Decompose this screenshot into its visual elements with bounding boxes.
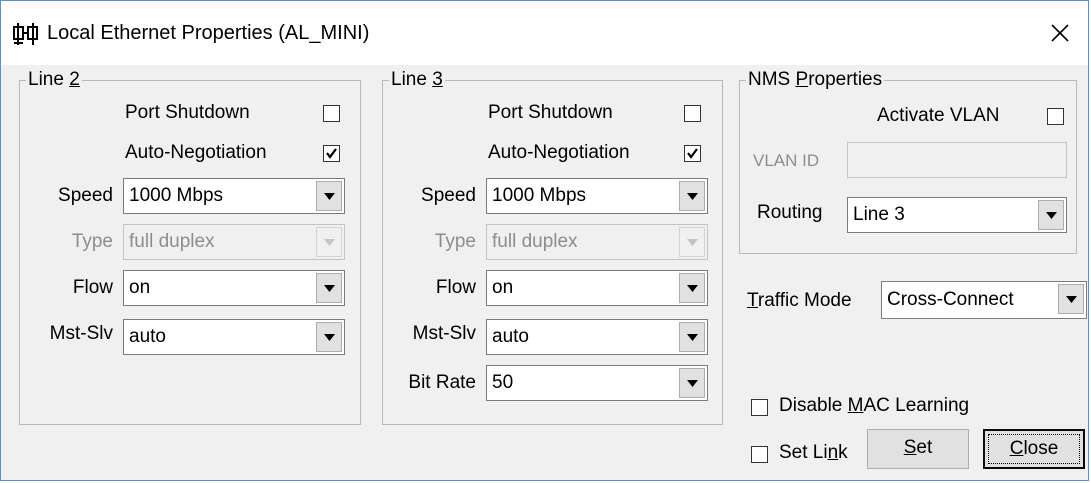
- line2-mst-slv-select[interactable]: auto: [123, 319, 345, 355]
- line2-auto-negotiation-label: Auto-Negotiation: [125, 142, 267, 163]
- line2-speed-select[interactable]: 1000 Mbps: [123, 178, 345, 214]
- line3-type-select: full duplex: [486, 224, 708, 260]
- nms-properties-legend: NMS Properties: [746, 69, 885, 91]
- line3-mst-slv-label: Mst-Slv: [412, 323, 476, 344]
- chevron-down-icon[interactable]: [679, 181, 705, 211]
- line2-port-shutdown-checkbox[interactable]: [323, 105, 340, 122]
- chevron-down-icon[interactable]: [316, 273, 342, 303]
- set-link-checkbox[interactable]: [751, 446, 768, 463]
- close-button[interactable]: Close: [983, 429, 1085, 469]
- chevron-down-icon[interactable]: [679, 273, 705, 303]
- chevron-down-icon[interactable]: [316, 322, 342, 352]
- line3-speed-value: 1000 Mbps: [492, 185, 587, 206]
- disable-mac-learning-label[interactable]: Disable MAC Learning: [779, 395, 969, 417]
- line3-speed-select[interactable]: 1000 Mbps: [486, 178, 708, 214]
- traffic-mode-select[interactable]: Cross-Connect: [881, 281, 1087, 319]
- line2-type-select: full duplex: [123, 224, 345, 260]
- routing-label: Routing: [757, 202, 823, 223]
- set-button[interactable]: Set: [867, 429, 969, 469]
- line2-speed-label: Speed: [58, 185, 113, 206]
- line2-type-label: Type: [71, 231, 113, 252]
- chevron-down-icon[interactable]: [679, 322, 705, 352]
- line3-legend: Line 3: [389, 69, 445, 91]
- vlan-id-label: VLAN ID: [753, 151, 820, 170]
- activate-vlan-label: Activate VLAN: [877, 105, 1000, 126]
- line2-legend: Line 2: [26, 69, 82, 91]
- line3-auto-negotiation-label: Auto-Negotiation: [488, 142, 630, 163]
- line3-speed-label: Speed: [421, 185, 476, 206]
- line2-flow-label: Flow: [72, 277, 113, 298]
- line3-flow-value: on: [492, 277, 514, 298]
- line2-speed-value: 1000 Mbps: [129, 185, 224, 206]
- chevron-down-icon: [316, 227, 342, 257]
- line3-mst-slv-select[interactable]: auto: [486, 319, 708, 355]
- line3-type-value: full duplex: [492, 231, 578, 252]
- chevron-down-icon[interactable]: [1038, 200, 1064, 230]
- line3-type-label: Type: [434, 231, 476, 252]
- set-link-label[interactable]: Set Link: [779, 442, 848, 464]
- line3-flow-label: Flow: [435, 277, 476, 298]
- chevron-down-icon[interactable]: [679, 368, 705, 398]
- line3-auto-negotiation-checkbox[interactable]: [684, 145, 701, 162]
- line2-auto-negotiation-checkbox[interactable]: [323, 145, 340, 162]
- line3-flow-select[interactable]: on: [486, 270, 708, 306]
- checkmark-icon: [687, 148, 698, 159]
- line3-bit-rate-select[interactable]: 50: [486, 365, 708, 401]
- disable-mac-learning-checkbox[interactable]: [751, 399, 768, 416]
- close-icon[interactable]: [1042, 15, 1078, 51]
- line2-mst-slv-label: Mst-Slv: [49, 323, 113, 344]
- title-bar[interactable]: Local Ethernet Properties (AL_MINI): [1, 1, 1088, 65]
- chevron-down-icon[interactable]: [316, 181, 342, 211]
- activate-vlan-checkbox[interactable]: [1047, 108, 1064, 125]
- traffic-mode-label: Traffic Mode: [747, 290, 852, 311]
- line3-mst-slv-value: auto: [492, 326, 529, 347]
- checkmark-icon: [326, 148, 337, 159]
- line2-port-shutdown-label: Port Shutdown: [125, 102, 250, 123]
- vlan-id-field: [847, 142, 1067, 178]
- line2-flow-value: on: [129, 277, 151, 298]
- line3-port-shutdown-checkbox[interactable]: [684, 105, 701, 122]
- routing-select[interactable]: Line 3: [847, 197, 1067, 233]
- routing-value: Line 3: [853, 204, 905, 225]
- chevron-down-icon: [679, 227, 705, 257]
- line2-flow-select[interactable]: on: [123, 270, 345, 306]
- dialog-window: Local Ethernet Properties (AL_MINI) Line…: [0, 0, 1089, 481]
- chevron-down-icon[interactable]: [1058, 284, 1084, 314]
- line3-bit-rate-label: Bit Rate: [408, 372, 476, 393]
- window-title: Local Ethernet Properties (AL_MINI): [47, 22, 370, 44]
- traffic-mode-value: Cross-Connect: [887, 289, 1014, 310]
- network-app-icon: [13, 23, 39, 45]
- line3-port-shutdown-label: Port Shutdown: [488, 102, 613, 123]
- line3-bit-rate-value: 50: [492, 372, 514, 393]
- line2-mst-slv-value: auto: [129, 326, 166, 347]
- line2-type-value: full duplex: [129, 231, 215, 252]
